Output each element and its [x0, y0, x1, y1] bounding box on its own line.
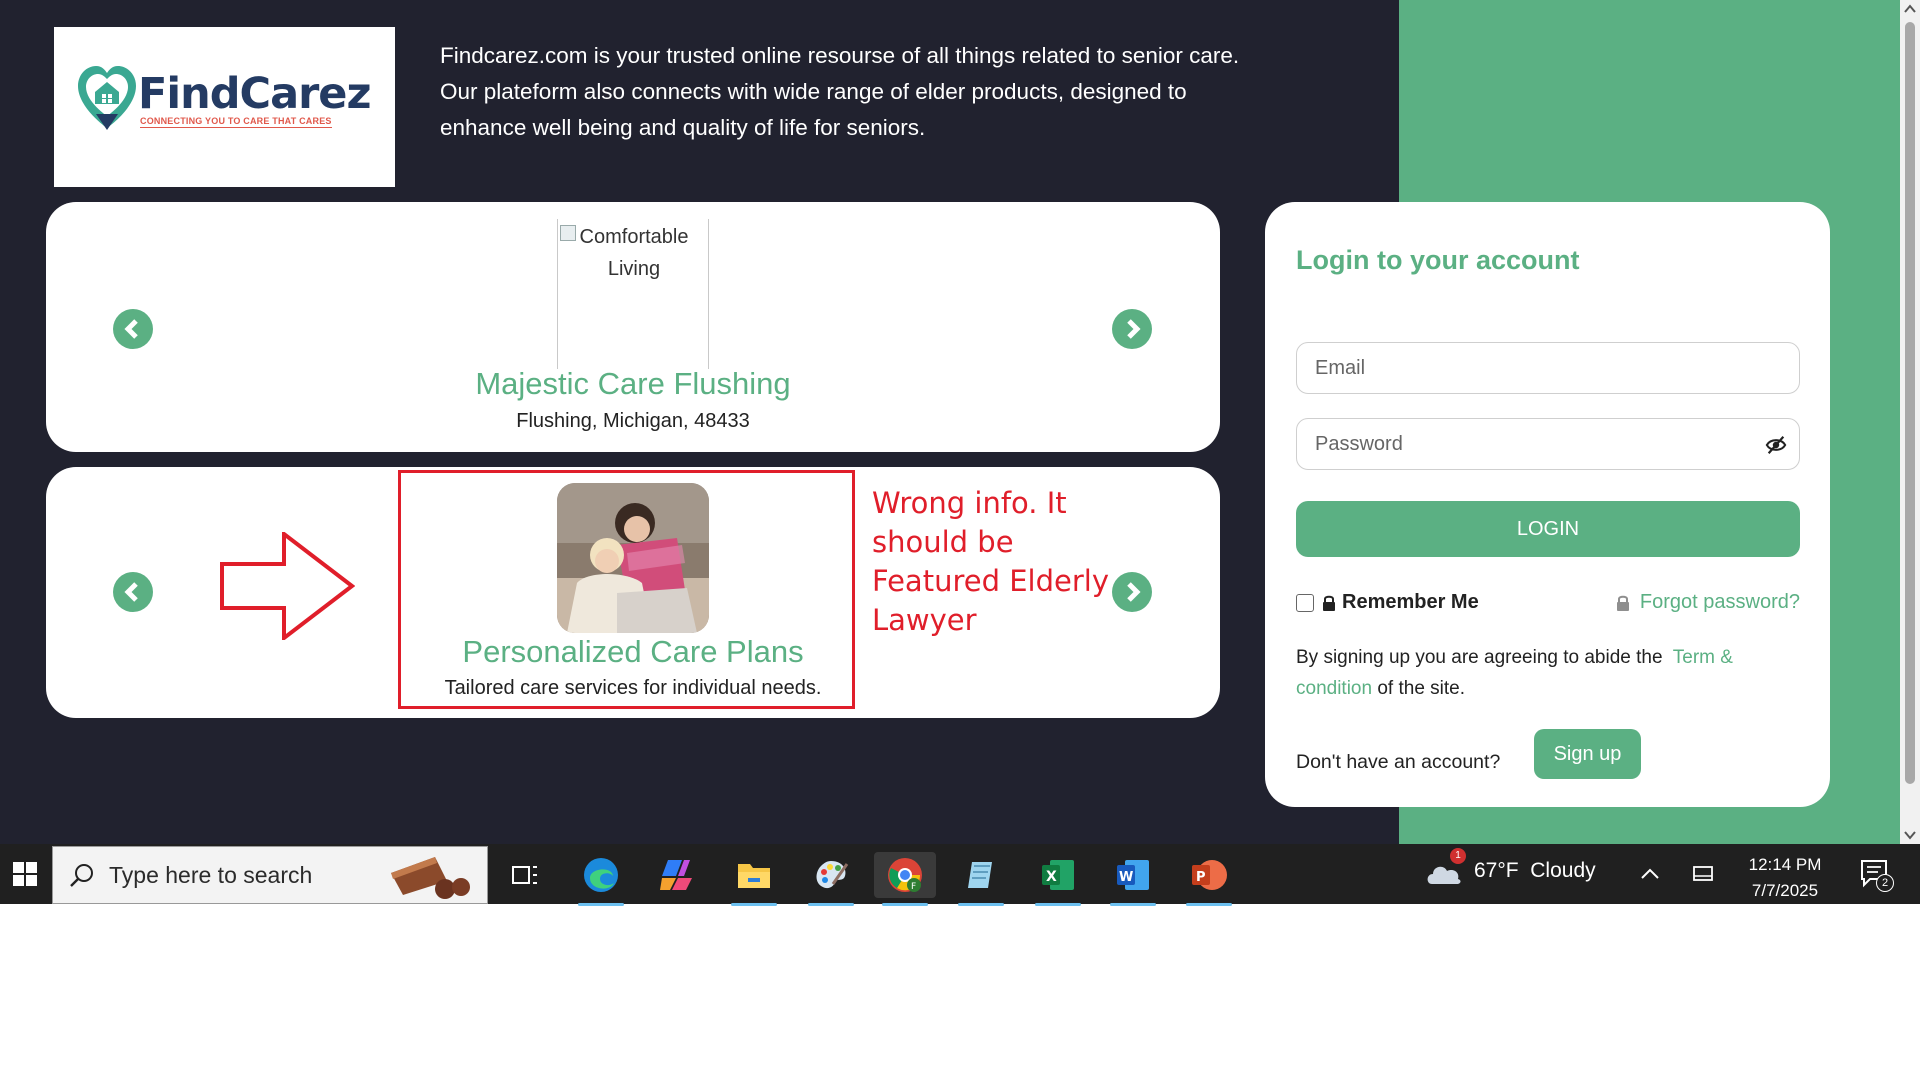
scroll-thumb[interactable]	[1905, 22, 1915, 784]
running-indicator	[808, 903, 854, 906]
password-field-wrap	[1296, 418, 1800, 470]
signup-button[interactable]: Sign up	[1534, 729, 1641, 779]
taskbar-search-box[interactable]: Type here to search	[52, 846, 488, 904]
lock-icon	[1323, 595, 1335, 611]
no-account-text: Don't have an account?	[1296, 751, 1501, 773]
svg-text:X: X	[1046, 869, 1057, 885]
logo-tagline: CONNECTING YOU TO CARE THAT CARES	[140, 116, 332, 128]
forgot-password-label: Forgot password?	[1639, 591, 1800, 613]
carousel-card-1: Comfortable Living Majestic Care Flushin…	[46, 202, 1220, 452]
email-field-wrap	[1296, 342, 1800, 394]
remember-me[interactable]: Remember Me	[1296, 591, 1479, 614]
chevron-left-icon	[124, 582, 138, 602]
notepad-button[interactable]	[950, 852, 1012, 906]
chrome-icon: F	[888, 858, 922, 892]
task-view-icon	[512, 866, 537, 884]
edge-button[interactable]	[570, 852, 632, 906]
annotation-note: Wrong info. It should be Featured Elderl…	[872, 486, 1109, 637]
running-indicator	[882, 903, 928, 906]
powerpoint-button[interactable]: P	[1178, 852, 1240, 906]
chrome-button[interactable]: F	[874, 852, 936, 906]
running-indicator	[958, 903, 1004, 906]
word-button[interactable]: W	[1102, 852, 1164, 906]
notepad-icon	[968, 862, 992, 888]
chevron-right-icon	[1127, 319, 1141, 339]
chevron-up-icon[interactable]	[1636, 860, 1664, 888]
notification-center-button[interactable]: 2	[1858, 856, 1894, 892]
windows-taskbar: Type here to search F X W P 1 67°F Cloud…	[0, 844, 1920, 906]
svg-text:P: P	[1196, 870, 1206, 885]
remember-me-label: Remember Me	[1342, 591, 1479, 613]
excel-button[interactable]: X	[1027, 852, 1089, 906]
lock-icon	[1616, 595, 1629, 611]
paint-button[interactable]	[800, 852, 862, 906]
weather-condition: Cloudy	[1530, 859, 1596, 882]
screen: FindCarez CONNECTING YOU TO CARE THAT CA…	[0, 0, 1920, 1080]
intro-text: Findcarez.com is your trusted online res…	[440, 43, 1240, 140]
running-indicator	[1110, 903, 1156, 906]
annotation-arrow-icon	[220, 532, 355, 640]
clock-time: 12:14 PM	[1748, 855, 1822, 874]
logo-name: FindCarez	[138, 69, 371, 119]
svg-text:F: F	[911, 882, 916, 892]
running-indicator	[731, 903, 777, 906]
card-title[interactable]: Majestic Care Flushing	[46, 366, 1220, 402]
paint-palette-icon	[816, 861, 849, 889]
clock-date: 7/7/2025	[1751, 881, 1819, 900]
weather-badge: 1	[1450, 848, 1466, 864]
display-icon[interactable]	[1689, 860, 1717, 888]
search-icon	[70, 864, 93, 887]
annotation-highlight-box	[398, 470, 855, 709]
folder-icon	[738, 864, 770, 888]
running-indicator	[1035, 903, 1081, 906]
weather-temp: 67°F	[1474, 859, 1519, 882]
start-button[interactable]	[0, 844, 50, 904]
cloud-icon: 1	[1424, 848, 1466, 888]
forgot-password-link[interactable]: Forgot password?	[1616, 591, 1800, 614]
powerpoint-icon: P	[1192, 860, 1227, 890]
image-alt-text: Comfortable Living	[579, 226, 689, 280]
carousel-prev-button[interactable]	[113, 572, 153, 612]
svg-text:W: W	[1119, 870, 1133, 885]
weather-widget[interactable]: 1 67°F Cloudy	[1424, 848, 1596, 888]
task-view-button[interactable]	[494, 852, 556, 898]
running-indicator	[578, 903, 624, 906]
eye-slash-icon[interactable]	[1765, 434, 1787, 456]
copilot-icon	[660, 860, 692, 890]
email-field[interactable]	[1297, 343, 1799, 393]
chevron-left-icon	[124, 319, 138, 339]
browser-viewport: FindCarez CONNECTING YOU TO CARE THAT CA…	[0, 0, 1900, 844]
terms-suffix: of the site.	[1377, 678, 1466, 699]
excel-icon: X	[1042, 860, 1074, 890]
carousel-next-button[interactable]	[1112, 572, 1152, 612]
remember-me-checkbox[interactable]	[1296, 593, 1314, 612]
scroll-down-icon[interactable]	[1904, 830, 1916, 840]
edge-icon	[584, 858, 618, 892]
notification-count: 2	[1876, 874, 1894, 892]
login-title: Login to your account	[1296, 245, 1580, 275]
login-button[interactable]: LOGIN	[1296, 501, 1800, 557]
search-placeholder: Type here to search	[109, 861, 313, 888]
card-subtitle: Flushing, Michigan, 48433	[516, 410, 750, 432]
terms-prefix: By signing up you are agreeing to abide …	[1296, 647, 1663, 668]
carousel-next-button[interactable]	[1112, 309, 1152, 349]
running-indicator	[1186, 903, 1232, 906]
word-icon: W	[1117, 860, 1149, 890]
terms-text: By signing up you are agreeing to abide …	[1296, 642, 1806, 704]
windows-logo-icon	[13, 862, 37, 886]
taskbar-clock[interactable]: 12:14 PM 7/7/2025	[1740, 852, 1830, 904]
chocolate-cake-icon	[391, 857, 470, 899]
password-field[interactable]	[1297, 419, 1799, 469]
login-card: Login to your account LOGIN Remem	[1265, 202, 1830, 807]
carousel-prev-button[interactable]	[113, 309, 153, 349]
heart-home-logo-icon	[78, 66, 136, 130]
broken-image: Comfortable Living	[557, 219, 709, 369]
chevron-right-icon	[1127, 582, 1141, 602]
file-explorer-button[interactable]	[723, 852, 785, 906]
copilot-button[interactable]	[645, 852, 707, 898]
site-logo[interactable]: FindCarez CONNECTING YOU TO CARE THAT CA…	[54, 27, 395, 187]
page-scrollbar[interactable]	[1900, 0, 1920, 844]
scroll-up-icon[interactable]	[1904, 4, 1916, 14]
